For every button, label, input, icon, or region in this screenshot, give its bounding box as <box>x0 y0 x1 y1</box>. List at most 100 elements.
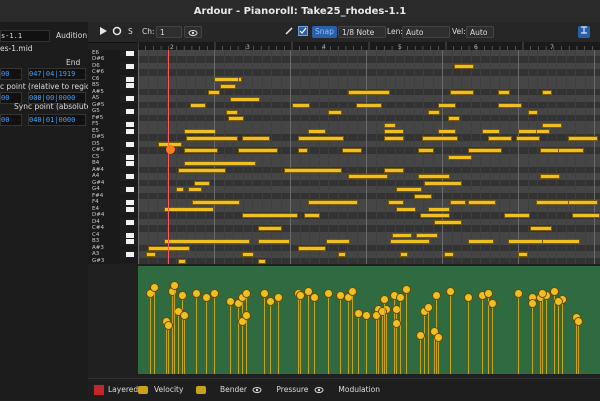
velocity-handle[interactable] <box>424 303 433 312</box>
layered-toggle[interactable]: Layered <box>94 384 138 396</box>
velocity-handle[interactable] <box>484 289 493 298</box>
velocity-lane[interactable] <box>138 266 600 374</box>
sync-absolute-field-left[interactable]: 00 <box>0 114 22 126</box>
midi-note[interactable] <box>558 148 584 154</box>
midi-note[interactable] <box>438 129 456 135</box>
midi-note[interactable] <box>208 90 220 96</box>
velocity-handle[interactable] <box>310 293 319 302</box>
midi-note[interactable] <box>540 174 560 180</box>
velocity-handle[interactable] <box>242 289 251 298</box>
piano-key[interactable] <box>126 128 134 134</box>
midi-note[interactable] <box>568 135 598 141</box>
midi-note[interactable] <box>190 103 206 109</box>
midi-note[interactable] <box>400 252 408 258</box>
velocity-handle[interactable] <box>348 287 357 296</box>
midi-note[interactable] <box>146 252 156 258</box>
view-toggle-button[interactable] <box>184 26 202 38</box>
midi-note[interactable] <box>258 258 266 264</box>
midi-note[interactable] <box>176 187 184 193</box>
midi-note[interactable] <box>542 239 580 245</box>
region-name-field[interactable]: s-1.1 <box>0 30 50 42</box>
midi-note[interactable] <box>536 200 570 206</box>
piano-key[interactable] <box>126 154 134 160</box>
piano-key[interactable] <box>126 252 134 257</box>
velocity-handle[interactable] <box>274 293 283 302</box>
midi-note[interactable] <box>468 148 502 154</box>
midi-note[interactable] <box>416 232 438 238</box>
midi-note[interactable] <box>434 219 462 225</box>
midi-note[interactable] <box>488 135 512 141</box>
midi-note[interactable] <box>536 129 550 135</box>
piano-key[interactable] <box>126 122 134 128</box>
velocity-handle[interactable] <box>380 295 389 304</box>
midi-note[interactable] <box>178 258 186 264</box>
midi-note[interactable] <box>414 193 432 199</box>
midi-note[interactable] <box>184 161 256 167</box>
piano-keyboard[interactable] <box>120 50 138 264</box>
velocity-handle[interactable] <box>434 333 443 342</box>
midi-note[interactable] <box>542 90 552 96</box>
channel-select[interactable]: 1 <box>156 26 182 38</box>
velocity-handle[interactable] <box>324 289 333 298</box>
midi-note[interactable] <box>164 206 214 212</box>
piano-key[interactable] <box>120 102 138 108</box>
velocity-handle[interactable] <box>192 289 201 298</box>
midi-note[interactable] <box>498 90 510 96</box>
piano-key[interactable] <box>126 63 134 69</box>
velocity-handle[interactable] <box>528 299 537 308</box>
velocity-handle[interactable] <box>170 281 179 290</box>
piano-key[interactable] <box>126 51 134 56</box>
velocity-handle[interactable] <box>210 289 219 298</box>
midi-note[interactable] <box>284 167 342 173</box>
piano-key[interactable] <box>126 219 134 225</box>
piano-key[interactable] <box>126 206 134 212</box>
piano-key[interactable] <box>120 213 138 219</box>
midi-note[interactable] <box>384 167 404 173</box>
piano-key[interactable] <box>120 89 138 95</box>
playhead-line[interactable] <box>168 50 169 264</box>
velocity-handle[interactable] <box>550 287 559 296</box>
midi-note[interactable] <box>498 103 522 109</box>
midi-note[interactable] <box>504 213 530 219</box>
end-field-bbt[interactable]: 047|04|1919 <box>28 68 86 80</box>
record-button[interactable] <box>112 26 122 38</box>
velocity-handle[interactable] <box>178 291 187 300</box>
midi-note[interactable] <box>258 239 290 245</box>
midi-note[interactable] <box>326 239 350 245</box>
midi-note[interactable] <box>422 135 458 141</box>
piano-key[interactable] <box>126 174 134 180</box>
piano-key[interactable] <box>126 76 134 82</box>
midi-note[interactable] <box>516 135 540 141</box>
midi-note[interactable] <box>424 180 462 186</box>
piano-key[interactable] <box>120 135 138 141</box>
timeline-ruler[interactable]: 2345678 <box>137 42 600 51</box>
piano-key[interactable] <box>126 200 134 206</box>
midi-note[interactable] <box>238 148 278 154</box>
velocity-handle[interactable] <box>202 293 211 302</box>
velocity-handle[interactable] <box>396 293 405 302</box>
pressure-lane-toggle[interactable]: Pressure <box>252 384 308 396</box>
midi-note[interactable] <box>348 174 388 180</box>
midi-note[interactable] <box>226 109 238 115</box>
midi-note[interactable] <box>356 103 382 109</box>
midi-note[interactable] <box>184 148 218 154</box>
midi-note[interactable] <box>392 232 412 238</box>
midi-note[interactable] <box>230 96 260 102</box>
midi-note[interactable] <box>468 239 494 245</box>
midi-note[interactable] <box>572 213 600 219</box>
insert-button[interactable] <box>578 26 590 38</box>
velocity-handle[interactable] <box>554 297 563 306</box>
midi-note[interactable] <box>220 83 236 89</box>
piano-key[interactable] <box>126 109 134 115</box>
velocity-handle[interactable] <box>392 319 401 328</box>
midi-note[interactable] <box>342 148 362 154</box>
midi-note[interactable] <box>292 103 310 109</box>
midi-note[interactable] <box>384 122 396 128</box>
end-field-left[interactable]: 00 <box>0 68 22 80</box>
midi-note[interactable] <box>420 213 450 219</box>
midi-note[interactable] <box>428 109 440 115</box>
midi-note[interactable] <box>450 90 474 96</box>
velocity-handle[interactable] <box>296 291 305 300</box>
midi-note[interactable] <box>328 109 342 115</box>
midi-note[interactable] <box>348 90 390 96</box>
